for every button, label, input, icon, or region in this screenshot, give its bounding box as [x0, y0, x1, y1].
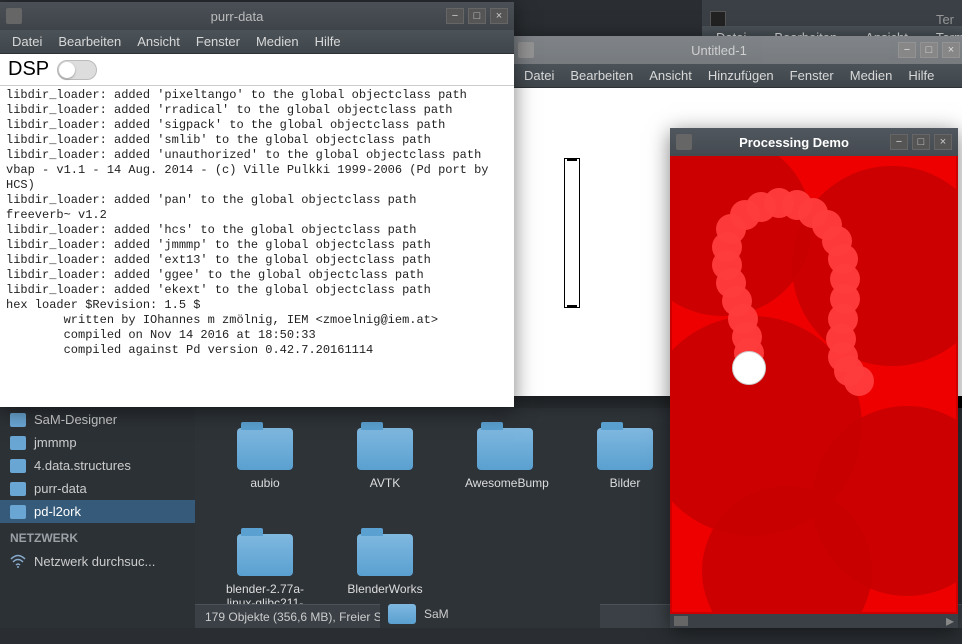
- purr-data-window[interactable]: purr-data − □ × Datei Bearbeiten Ansicht…: [0, 2, 514, 407]
- sidebar-item-sam-designer[interactable]: SaM-Designer: [0, 408, 195, 431]
- menu-ansicht[interactable]: Ansicht: [129, 32, 188, 51]
- sidebar-item-data-structures[interactable]: 4.data.structures: [0, 454, 195, 477]
- sidebar-item-label: pd-l2ork: [34, 504, 81, 519]
- menu-hilfe[interactable]: Hilfe: [307, 32, 349, 51]
- head-circle: [732, 351, 766, 385]
- close-button[interactable]: ×: [490, 8, 508, 24]
- processing-demo-window[interactable]: Processing Demo − □ ×: [670, 128, 958, 628]
- processing-titlebar[interactable]: Processing Demo − □ ×: [670, 128, 958, 156]
- menu-hinzufuegen[interactable]: Hinzufügen: [700, 66, 782, 85]
- folder-label: Bilder: [585, 476, 665, 490]
- menu-bearbeiten[interactable]: Bearbeiten: [50, 32, 129, 51]
- processing-hscrollbar[interactable]: ▸: [670, 614, 958, 628]
- folder-label: AwesomeBump: [465, 476, 545, 490]
- bg-circle: [792, 166, 958, 366]
- maximize-button[interactable]: □: [468, 8, 486, 24]
- close-button[interactable]: ×: [934, 134, 952, 150]
- pd-console[interactable]: libdir_loader: added 'pixeltango' to the…: [0, 86, 514, 407]
- purr-menubar: Datei Bearbeiten Ansicht Fenster Medien …: [0, 30, 514, 54]
- sidebar-item-label: Netzwerk durchsuc...: [34, 554, 155, 569]
- purr-titlebar[interactable]: purr-data − □ ×: [0, 2, 514, 30]
- folder-icon: [237, 428, 293, 470]
- folder-icon: [357, 534, 413, 576]
- terminal-icon: [710, 11, 726, 27]
- folder-icon: [10, 505, 26, 519]
- folder-label: aubio: [225, 476, 305, 490]
- dsp-toggle[interactable]: [57, 60, 97, 80]
- fm-grid-extra-row: SaM: [380, 600, 600, 628]
- folder-icon: [10, 459, 26, 473]
- sidebar-item-label: 4.data.structures: [34, 458, 131, 473]
- menu-medien[interactable]: Medien: [248, 32, 307, 51]
- wifi-icon: [10, 553, 26, 569]
- dsp-label: DSP: [8, 58, 49, 81]
- sidebar-item-jmmmp[interactable]: jmmmp: [0, 431, 195, 454]
- purr-title: purr-data: [28, 9, 446, 24]
- pd-icon: [6, 8, 22, 24]
- sidebar-item-label: jmmmp: [34, 435, 77, 450]
- folder-label: SaM: [424, 607, 449, 621]
- folder-icon: [10, 482, 26, 496]
- pd-slider-object[interactable]: [564, 158, 580, 308]
- folder-icon: [388, 604, 416, 624]
- processing-icon: [676, 134, 692, 150]
- processing-title: Processing Demo: [698, 135, 890, 150]
- pd-patch-menubar: Datei Bearbeiten Ansicht Hinzufügen Fens…: [512, 64, 962, 88]
- menu-bearbeiten[interactable]: Bearbeiten: [562, 66, 641, 85]
- folder-label: AVTK: [345, 476, 425, 490]
- folder-icon: [10, 436, 26, 450]
- folder-icon: [10, 413, 26, 427]
- minimize-button[interactable]: −: [898, 42, 916, 58]
- menu-hilfe[interactable]: Hilfe: [900, 66, 942, 85]
- menu-datei[interactable]: Datei: [4, 32, 50, 51]
- pd-patch-title: Untitled-1: [540, 43, 898, 58]
- folder-icon: [357, 428, 413, 470]
- scrollbar-thumb[interactable]: [674, 616, 688, 626]
- folder-label: BlenderWorks: [345, 582, 425, 596]
- minimize-button[interactable]: −: [446, 8, 464, 24]
- sidebar-heading-network: NETZWERK: [0, 523, 195, 549]
- maximize-button[interactable]: □: [912, 134, 930, 150]
- sidebar-item-purr-data[interactable]: purr-data: [0, 477, 195, 500]
- trail-circle: [844, 366, 874, 396]
- menu-fenster[interactable]: Fenster: [188, 32, 248, 51]
- menu-ansicht[interactable]: Ansicht: [641, 66, 700, 85]
- scrollbar-arrow-icon[interactable]: ▸: [946, 611, 958, 631]
- sidebar-item-network-search[interactable]: Netzwerk durchsuc...: [0, 549, 195, 573]
- menu-medien[interactable]: Medien: [842, 66, 901, 85]
- folder-aubio[interactable]: aubio: [225, 428, 305, 504]
- close-button[interactable]: ×: [942, 42, 960, 58]
- menu-datei[interactable]: Datei: [516, 66, 562, 85]
- dsp-bar: DSP: [0, 54, 514, 86]
- sidebar-item-label: purr-data: [34, 481, 87, 496]
- folder-icon: [477, 428, 533, 470]
- folder-icon: [237, 534, 293, 576]
- folder-bilder[interactable]: Bilder: [585, 428, 665, 504]
- fm-sidebar: SaM-Designer jmmmp 4.data.structures pur…: [0, 408, 195, 628]
- minimize-button[interactable]: −: [890, 134, 908, 150]
- processing-canvas[interactable]: [670, 156, 958, 614]
- terminal-title-partial: Ter: [936, 12, 954, 27]
- menu-fenster[interactable]: Fenster: [782, 66, 842, 85]
- folder-awesomebump[interactable]: AwesomeBump: [465, 428, 545, 504]
- sidebar-item-label: SaM-Designer: [34, 412, 117, 427]
- sidebar-item-pd-l2ork[interactable]: pd-l2ork: [0, 500, 195, 523]
- folder-avtk[interactable]: AVTK: [345, 428, 425, 504]
- folder-icon: [597, 428, 653, 470]
- maximize-button[interactable]: □: [920, 42, 938, 58]
- pd-patch-titlebar[interactable]: Untitled-1 − □ ×: [512, 36, 962, 64]
- pd-icon: [518, 42, 534, 58]
